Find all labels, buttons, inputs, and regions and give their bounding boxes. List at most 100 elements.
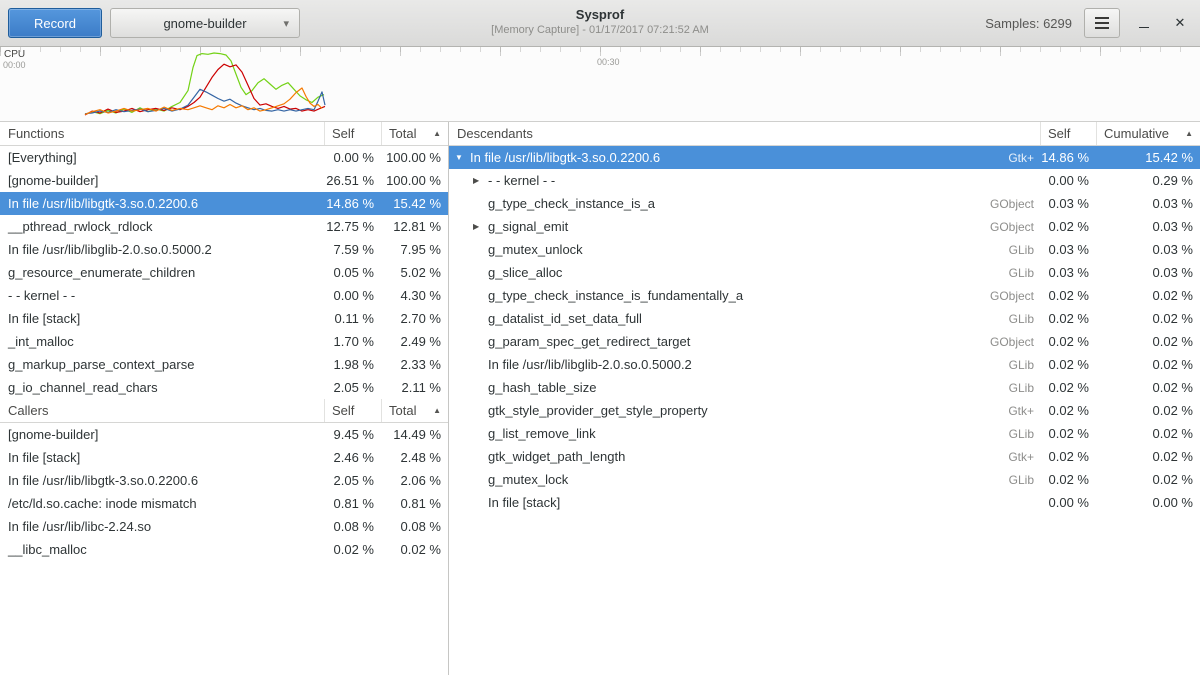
callers-table: Callers Self Total ▲ [gnome-builder]9.45… xyxy=(0,399,448,561)
library-category xyxy=(968,491,1040,514)
table-row[interactable]: g_io_channel_read_chars2.05 %2.11 % xyxy=(0,376,448,399)
table-row[interactable]: In file /usr/lib/libglib-2.0.so.0.5000.2… xyxy=(0,238,448,261)
descendants-cumulative-column-header[interactable]: Cumulative ▲ xyxy=(1096,122,1200,145)
function-name: [gnome-builder] xyxy=(0,423,324,446)
self-percent: 0.02 % xyxy=(1040,215,1096,238)
tree-row[interactable]: g_type_check_instance_is_fundamentally_a… xyxy=(449,284,1200,307)
cumulative-percent: 0.02 % xyxy=(1096,284,1200,307)
table-row[interactable]: In file [stack]2.46 %2.48 % xyxy=(0,446,448,469)
self-percent: 14.86 % xyxy=(1040,146,1096,169)
tree-row[interactable]: g_param_spec_get_redirect_targetGObject0… xyxy=(449,330,1200,353)
tree-row[interactable]: g_mutex_lockGLib0.02 %0.02 % xyxy=(449,468,1200,491)
descendant-name-cell: gtk_style_provider_get_style_property xyxy=(449,399,968,422)
function-name: In file [stack] xyxy=(0,446,324,469)
table-row[interactable]: [gnome-builder]26.51 %100.00 % xyxy=(0,169,448,192)
cpu-timeline[interactable]: CPU 00:00 00:30 xyxy=(0,47,1200,122)
tree-row[interactable]: gtk_style_provider_get_style_property Gtk… xyxy=(449,399,1200,422)
tree-row[interactable]: ▶g_signal_emitGObject0.02 %0.03 % xyxy=(449,215,1200,238)
cumulative-percent: 0.03 % xyxy=(1096,192,1200,215)
functions-column-header[interactable]: Functions xyxy=(0,122,324,145)
expander-open-icon[interactable]: ▼ xyxy=(455,153,470,162)
tree-row[interactable]: gtk_widget_path_lengthGtk+0.02 %0.02 % xyxy=(449,445,1200,468)
tree-row[interactable]: ▼In file /usr/lib/libgtk-3.so.0.2200.6Gt… xyxy=(449,146,1200,169)
total-percent: 5.02 % xyxy=(381,261,448,284)
total-percent: 2.06 % xyxy=(381,469,448,492)
tree-row[interactable]: In file [stack]0.00 %0.00 % xyxy=(449,491,1200,514)
table-row[interactable]: __libc_malloc0.02 %0.02 % xyxy=(0,538,448,561)
self-header-label: Self xyxy=(332,126,354,141)
table-row[interactable]: /etc/ld.so.cache: inode mismatch0.81 %0.… xyxy=(0,492,448,515)
total-percent: 100.00 % xyxy=(381,146,448,169)
table-row[interactable]: [Everything]0.00 %100.00 % xyxy=(0,146,448,169)
tree-row[interactable]: g_hash_table_sizeGLib0.02 %0.02 % xyxy=(449,376,1200,399)
self-percent: 0.00 % xyxy=(1040,169,1096,192)
library-category: GLib xyxy=(968,468,1040,491)
descendant-name: g_mutex_lock xyxy=(488,472,568,487)
descendant-name-cell: ▶- - kernel - - xyxy=(449,169,968,192)
descendants-self-column-header[interactable]: Self xyxy=(1040,122,1096,145)
tree-row[interactable]: In file /usr/lib/libglib-2.0.so.0.5000.2… xyxy=(449,353,1200,376)
table-row[interactable]: - - kernel - -0.00 %4.30 % xyxy=(0,284,448,307)
cpu-series-cpu0 xyxy=(85,53,324,114)
table-row[interactable]: In file /usr/lib/libgtk-3.so.0.2200.62.0… xyxy=(0,469,448,492)
function-name: In file /usr/lib/libc-2.24.so xyxy=(0,515,324,538)
total-percent: 0.81 % xyxy=(381,492,448,515)
table-row[interactable]: g_markup_parse_context_parse1.98 %2.33 % xyxy=(0,353,448,376)
function-name: g_markup_parse_context_parse xyxy=(0,353,324,376)
functions-table: Functions Self Total ▲ [Everything]0.00 … xyxy=(0,122,448,399)
tree-row[interactable]: ▶- - kernel - -0.00 %0.29 % xyxy=(449,169,1200,192)
function-name: In file /usr/lib/libglib-2.0.so.0.5000.2 xyxy=(0,238,324,261)
table-row[interactable]: In file [stack]0.11 %2.70 % xyxy=(0,307,448,330)
table-row[interactable]: In file /usr/lib/libc-2.24.so0.08 %0.08 … xyxy=(0,515,448,538)
tree-row[interactable]: g_mutex_unlockGLib0.03 %0.03 % xyxy=(449,238,1200,261)
expander-closed-icon[interactable]: ▶ xyxy=(473,222,488,231)
functions-self-column-header[interactable]: Self xyxy=(324,122,381,145)
callers-table-header: Callers Self Total ▲ xyxy=(0,399,448,423)
functions-total-column-header[interactable]: Total ▲ xyxy=(381,122,448,145)
table-row[interactable]: _int_malloc1.70 %2.49 % xyxy=(0,330,448,353)
descendant-name: gtk_style_provider_get_style_property xyxy=(488,403,708,418)
descendant-name: g_list_remove_link xyxy=(488,426,596,441)
self-percent: 0.11 % xyxy=(324,307,381,330)
descendant-name: g_datalist_id_set_data_full xyxy=(488,311,642,326)
descendant-name-cell: In file [stack] xyxy=(449,491,968,514)
library-category: Gtk+ xyxy=(968,146,1040,169)
callers-total-column-header[interactable]: Total ▲ xyxy=(381,399,448,422)
tree-row[interactable]: g_type_check_instance_is_aGObject0.03 %0… xyxy=(449,192,1200,215)
table-row[interactable]: In file /usr/lib/libgtk-3.so.0.2200.614.… xyxy=(0,192,448,215)
total-percent: 2.33 % xyxy=(381,353,448,376)
table-row[interactable]: g_resource_enumerate_children0.05 %5.02 … xyxy=(0,261,448,284)
callers-self-column-header[interactable]: Self xyxy=(324,399,381,422)
library-category: GObject xyxy=(968,192,1040,215)
library-category: Gtk+ xyxy=(968,399,1040,422)
total-percent: 100.00 % xyxy=(381,169,448,192)
library-category: GLib xyxy=(968,261,1040,284)
functions-header-label: Functions xyxy=(8,126,64,141)
table-row[interactable]: __pthread_rwlock_rdlock12.75 %12.81 % xyxy=(0,215,448,238)
expander-closed-icon[interactable]: ▶ xyxy=(473,176,488,185)
target-selector-dropdown[interactable]: gnome-builder ▾ xyxy=(110,8,300,38)
callers-column-header[interactable]: Callers xyxy=(0,399,324,422)
descendant-name: g_mutex_unlock xyxy=(488,242,583,257)
library-category: Gtk+ xyxy=(968,445,1040,468)
hamburger-menu-button[interactable] xyxy=(1084,8,1120,38)
descendants-column-header[interactable]: Descendants xyxy=(449,122,1040,145)
self-percent: 0.00 % xyxy=(324,284,381,307)
minimize-button[interactable] xyxy=(1132,11,1156,35)
descendants-table: Descendants Self Cumulative ▲ ▼In file /… xyxy=(449,122,1200,514)
library-category: GObject xyxy=(968,215,1040,238)
record-button[interactable]: Record xyxy=(8,8,102,38)
tree-row[interactable]: g_datalist_id_set_data_fullGLib0.02 %0.0… xyxy=(449,307,1200,330)
functions-rows: [Everything]0.00 %100.00 %[gnome-builder… xyxy=(0,146,448,399)
left-panel: Functions Self Total ▲ [Everything]0.00 … xyxy=(0,122,448,675)
table-row[interactable]: [gnome-builder]9.45 %14.49 % xyxy=(0,423,448,446)
descendants-table-header: Descendants Self Cumulative ▲ xyxy=(449,122,1200,146)
library-category: GObject xyxy=(968,330,1040,353)
close-button[interactable]: ✕ xyxy=(1168,11,1192,35)
tree-row[interactable]: g_list_remove_linkGLib0.02 %0.02 % xyxy=(449,422,1200,445)
total-percent: 4.30 % xyxy=(381,284,448,307)
self-percent: 0.03 % xyxy=(1040,238,1096,261)
tree-row[interactable]: g_slice_allocGLib0.03 %0.03 % xyxy=(449,261,1200,284)
self-percent: 9.45 % xyxy=(324,423,381,446)
function-name: g_resource_enumerate_children xyxy=(0,261,324,284)
